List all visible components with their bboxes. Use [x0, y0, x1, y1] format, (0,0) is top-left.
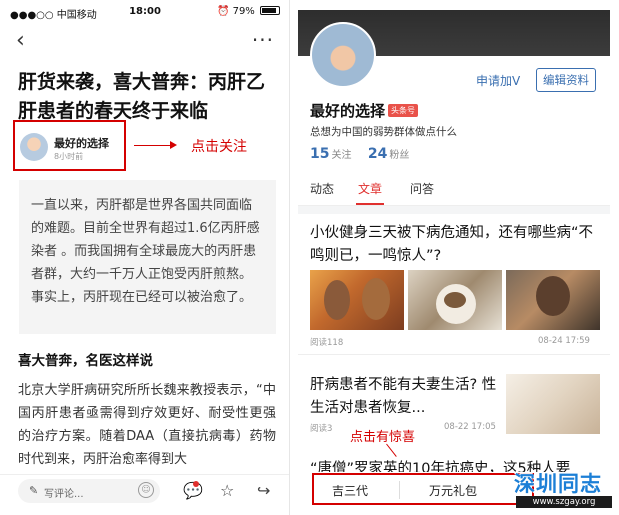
annotation-arrow-line: [134, 145, 172, 146]
battery-icon: [260, 6, 280, 15]
profile-tabs: 动态 文章 问答: [298, 168, 610, 206]
profile-avatar[interactable]: [310, 22, 376, 88]
article-title: 肝货来袭，喜大普奔：丙肝乙肝患者的春天终于来临: [18, 71, 266, 122]
alarm-icon: ⏰: [216, 6, 230, 17]
star-icon[interactable]: ☆: [220, 481, 234, 500]
annotation-arrow-line: [386, 443, 397, 457]
feed-thumbnail[interactable]: [408, 270, 502, 330]
back-arrow-icon[interactable]: ‹: [16, 30, 25, 52]
feed-thumbnail[interactable]: [310, 270, 404, 330]
comment-input[interactable]: ✎ 写评论... ☺: [18, 479, 160, 503]
article-screen: ●●●○○ 中国移动 18:00 ⏰ 79% ‹ ··· 肝货来袭，喜大普奔：丙…: [0, 0, 290, 515]
more-dots-icon[interactable]: ···: [252, 28, 274, 52]
feed-date: 08-22 17:05: [444, 422, 496, 432]
author-name[interactable]: 最好的选择: [54, 135, 109, 151]
fans-label: 粉丝: [389, 150, 410, 161]
status-bar: ●●●○○ 中国移动 18:00 ⏰ 79%: [0, 0, 289, 22]
apply-verify-link[interactable]: 申请加V: [476, 72, 520, 89]
feed-item-title[interactable]: 小伙健身三天被下病危通知，还有哪些病“不鸣则已，一鸣惊人”?: [310, 222, 600, 268]
feed-read-count: 阅读118: [310, 338, 344, 348]
feed-thumbnail[interactable]: [506, 270, 600, 330]
author-follow-target[interactable]: 最好的选择 8小时前: [13, 120, 126, 171]
emoji-icon[interactable]: ☺: [138, 482, 154, 498]
battery-status: ⏰ 79%: [217, 6, 280, 17]
comment-placeholder: 写评论...: [44, 489, 84, 500]
watermark-url: www.szgay.org: [516, 496, 612, 508]
profile-bio: 总想为中国的弱势群体做点什么: [310, 126, 457, 138]
author-time: 8小时前: [54, 152, 84, 161]
battery-percent: 79%: [232, 6, 255, 17]
feed-separator: [298, 354, 610, 355]
tab-dynamic[interactable]: 动态: [310, 180, 334, 197]
watermark: 深圳同志 www.szgay.org: [514, 468, 614, 510]
share-icon[interactable]: ↪: [257, 481, 270, 500]
following-label: 关注: [331, 150, 352, 161]
menu-item-gift-pack[interactable]: 万元礼包: [429, 482, 477, 499]
pencil-icon: ✎: [29, 484, 39, 497]
comment-badge-dot: [193, 481, 199, 487]
annotation-surprise-text: 点击有惊喜: [350, 430, 416, 445]
profile-name: 最好的选择: [310, 102, 386, 120]
bottom-toolbar: ✎ 写评论... ☺ 💬 ☆ ↪: [0, 474, 289, 506]
following-stat[interactable]: 15 关注: [310, 146, 352, 162]
custom-bottom-menu: 吉三代 万元礼包: [312, 473, 534, 505]
feed-item-title[interactable]: 肝病患者不能有夫妻生活? 性生活对患者恢复...: [310, 374, 500, 420]
article-quote: 一直以来，丙肝都是世界各国共同面临的难题。目前全世界有超过1.6亿丙肝感染者 。…: [19, 180, 276, 334]
menu-item-jisandai[interactable]: 吉三代: [332, 482, 368, 499]
annotation-follow-text: 点击关注: [191, 139, 247, 155]
menu-divider: [399, 481, 400, 499]
section-divider: [298, 206, 610, 214]
feed-date: 08-24 17:59: [538, 336, 590, 346]
tab-articles[interactable]: 文章: [358, 180, 382, 197]
watermark-title: 深圳同志: [514, 472, 602, 496]
following-count: 15: [310, 146, 330, 162]
author-avatar[interactable]: [20, 133, 48, 161]
top-nav: ‹ ···: [0, 28, 289, 58]
toutiao-badge: 头条号: [388, 104, 418, 117]
annotation-arrow-head: [170, 141, 177, 149]
tab-qa[interactable]: 问答: [410, 180, 434, 197]
profile-screen: 申请加V 编辑资料 最好的选择 头条号 总想为中国的弱势群体做点什么 15 关注 …: [298, 0, 619, 515]
feed-thumbnail[interactable]: [506, 374, 600, 434]
active-tab-indicator: [356, 203, 384, 205]
profile-stats: 15 关注 24 粉丝: [310, 146, 409, 162]
fans-stat[interactable]: 24 粉丝: [368, 146, 410, 162]
article-body: 北京大学肝病研究所所长魏来教授表示，“中国丙肝患者亟需得到疗效更好、耐受性更强的…: [18, 383, 276, 467]
article-subheading: 喜大普奔，名医这样说: [18, 353, 153, 369]
edit-profile-button[interactable]: 编辑资料: [536, 68, 596, 92]
feed-read-count: 阅读3: [310, 424, 333, 434]
fans-count: 24: [367, 146, 388, 162]
